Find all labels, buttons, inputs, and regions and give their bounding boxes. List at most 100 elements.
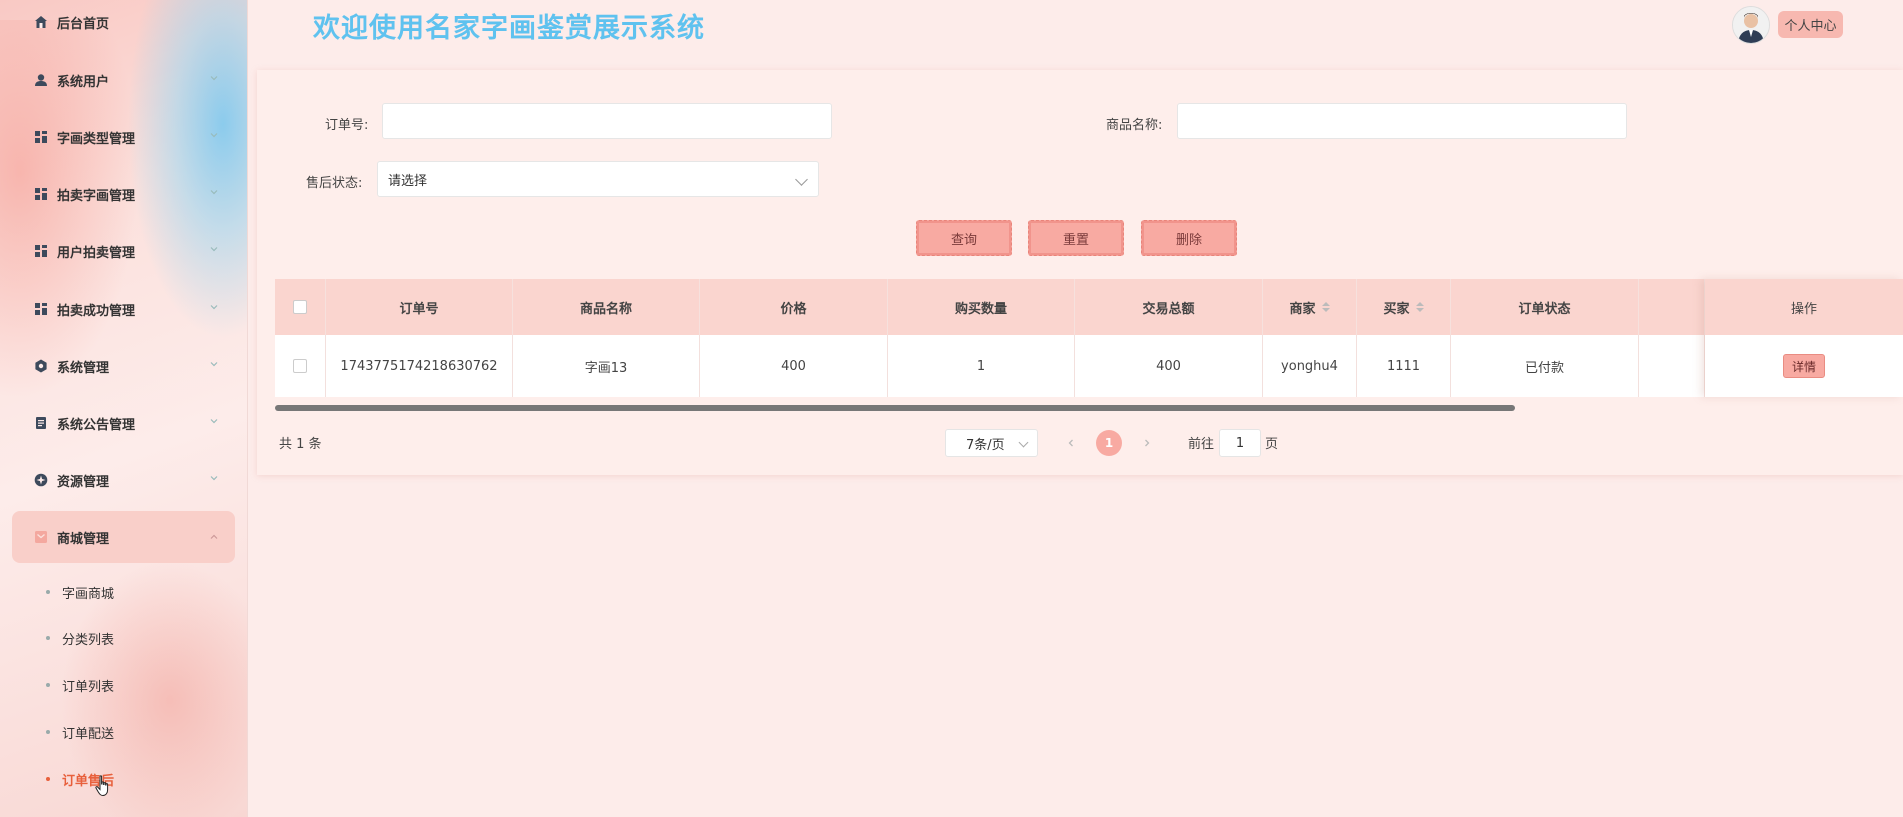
user-icon <box>33 72 49 88</box>
cell-order-no: 1743775174218630762 <box>326 335 513 397</box>
sidebar-item-auction-painting[interactable]: 拍卖字画管理 <box>12 174 235 214</box>
grid-icon <box>33 186 49 202</box>
bullet-dot <box>46 683 50 687</box>
grid-icon <box>33 301 49 317</box>
after-sale-status-select[interactable]: 请选择 <box>377 161 819 197</box>
sort-icon[interactable] <box>1321 302 1330 312</box>
grid-icon <box>33 243 49 259</box>
header-checkbox-cell <box>275 279 326 335</box>
next-page-button[interactable] <box>1134 430 1160 456</box>
column-header-quantity: 购买数量 <box>888 279 1075 335</box>
sidebar-item-label: 资源管理 <box>57 474 110 490</box>
sidebar-sub-item-label: 分类列表 <box>62 632 115 648</box>
cell-seller: yonghu4 <box>1263 335 1357 397</box>
page-title: 欢迎使用名家字画鉴赏展示系统 <box>313 13 705 44</box>
column-header-buyer[interactable]: 买家 <box>1357 279 1451 335</box>
sidebar-sub-item-label: 订单配送 <box>62 726 115 742</box>
bullet-dot <box>46 636 50 640</box>
sidebar-item-label: 商城管理 <box>57 531 110 547</box>
goto-page-suffix: 页 <box>1265 437 1279 452</box>
column-header-order-no: 订单号 <box>326 279 513 335</box>
page-size-select[interactable]: 7条/页 <box>945 429 1038 457</box>
sidebar-item-painting-type[interactable]: 字画类型管理 <box>12 117 235 157</box>
sidebar-item-label: 系统管理 <box>57 360 110 376</box>
chevron-down-icon <box>210 305 218 310</box>
fixed-action-column: 操作 详情 <box>1705 279 1903 397</box>
goto-page-input[interactable]: 1 <box>1219 429 1261 457</box>
reset-button[interactable]: 重置 <box>1028 220 1124 256</box>
detail-button[interactable]: 详情 <box>1783 354 1825 378</box>
horizontal-scrollbar[interactable] <box>275 405 1515 411</box>
prev-page-button[interactable] <box>1058 430 1084 456</box>
sidebar-item-system-manage[interactable]: 系统管理 <box>12 346 235 386</box>
row-checkbox[interactable] <box>293 359 307 373</box>
sidebar-item-system-user[interactable]: 系统用户 <box>12 60 235 100</box>
pagination-total: 共 1 条 <box>279 437 322 452</box>
column-header-seller[interactable]: 商家 <box>1263 279 1357 335</box>
chevron-down-icon <box>210 190 218 195</box>
table-body: 1743775174218630762 字画13 400 1 400 yongh… <box>275 335 1903 397</box>
page-size-value: 7条/页 <box>966 437 1005 453</box>
cell-action: 详情 <box>1705 335 1903 397</box>
row-checkbox-cell <box>275 335 326 397</box>
after-sale-status-label: 售后状态: <box>306 176 363 191</box>
sidebar-item-user-auction[interactable]: 用户拍卖管理 <box>12 231 235 271</box>
cell-product-name: 字画13 <box>513 335 700 397</box>
bullet-dot <box>46 590 50 594</box>
home-icon <box>33 14 49 30</box>
sidebar-item-label: 系统用户 <box>57 74 110 90</box>
order-no-input-field[interactable] <box>393 112 821 130</box>
sidebar-item-home[interactable]: 后台首页 <box>12 2 235 42</box>
sidebar-sub-item-order-list[interactable]: 订单列表 <box>46 673 114 697</box>
cell-order-status: 已付款 <box>1451 335 1639 397</box>
sidebar-item-label: 拍卖成功管理 <box>57 303 136 319</box>
sidebar-sub-item-label: 字画商城 <box>62 586 115 602</box>
column-header-order-status: 订单状态 <box>1451 279 1639 335</box>
chevron-down-icon <box>210 133 218 138</box>
hand-cursor-icon <box>95 775 109 797</box>
compass-icon <box>33 472 49 488</box>
document-icon <box>33 415 49 431</box>
select-all-checkbox[interactable] <box>293 300 307 314</box>
chevron-down-icon <box>1018 437 1029 448</box>
sidebar-item-notice-manage[interactable]: 系统公告管理 <box>12 403 235 443</box>
chevron-up-icon <box>210 534 218 539</box>
avatar-image <box>1733 7 1769 43</box>
sidebar-item-label: 拍卖字画管理 <box>57 188 136 204</box>
sidebar-sub-item-label: 订单列表 <box>62 679 115 695</box>
user-center-button[interactable]: 个人中心 <box>1778 11 1843 38</box>
avatar[interactable] <box>1732 6 1770 44</box>
column-header-total: 交易总额 <box>1075 279 1263 335</box>
page-number-current[interactable]: 1 <box>1096 430 1122 456</box>
column-header-buyer-label: 买家 <box>1383 301 1410 317</box>
chevron-down-icon <box>210 76 218 81</box>
sidebar-item-auction-success[interactable]: 拍卖成功管理 <box>12 289 235 329</box>
chevron-down-icon <box>210 419 218 424</box>
sort-icon[interactable] <box>1415 302 1424 312</box>
goto-label: 前往 <box>1188 437 1215 452</box>
sidebar-item-label: 用户拍卖管理 <box>57 245 136 261</box>
chevron-left-icon <box>1068 439 1073 447</box>
column-header-hidden <box>1639 279 1705 335</box>
sidebar-item-label: 后台首页 <box>57 16 110 32</box>
chevron-right-icon <box>1145 439 1150 447</box>
query-button[interactable]: 查询 <box>916 220 1012 256</box>
column-header-action: 操作 <box>1705 279 1903 335</box>
product-name-input[interactable] <box>1177 103 1627 139</box>
sidebar-sub-item-category-list[interactable]: 分类列表 <box>46 626 114 650</box>
sidebar-item-shop-manage[interactable]: 商城管理 <box>12 511 235 563</box>
grid-icon <box>33 129 49 145</box>
cell-total: 400 <box>1075 335 1263 397</box>
order-no-input[interactable] <box>382 103 832 139</box>
sidebar-sub-item-painting-shop[interactable]: 字画商城 <box>46 580 114 604</box>
product-name-input-field[interactable] <box>1188 112 1616 130</box>
cell-buyer: 1111 <box>1357 335 1451 397</box>
column-header-seller-label: 商家 <box>1289 301 1316 317</box>
orders-table: 订单号 商品名称 价格 购买数量 交易总额 商家 买家 订单状态 1743775… <box>275 279 1903 411</box>
delete-button[interactable]: 删除 <box>1141 220 1237 256</box>
chevron-down-icon <box>795 173 808 186</box>
after-sale-status-placeholder: 请选择 <box>388 173 428 189</box>
sidebar-sub-item-order-delivery[interactable]: 订单配送 <box>46 720 114 744</box>
sidebar-item-resource-manage[interactable]: 资源管理 <box>12 460 235 500</box>
chevron-down-icon <box>210 476 218 481</box>
